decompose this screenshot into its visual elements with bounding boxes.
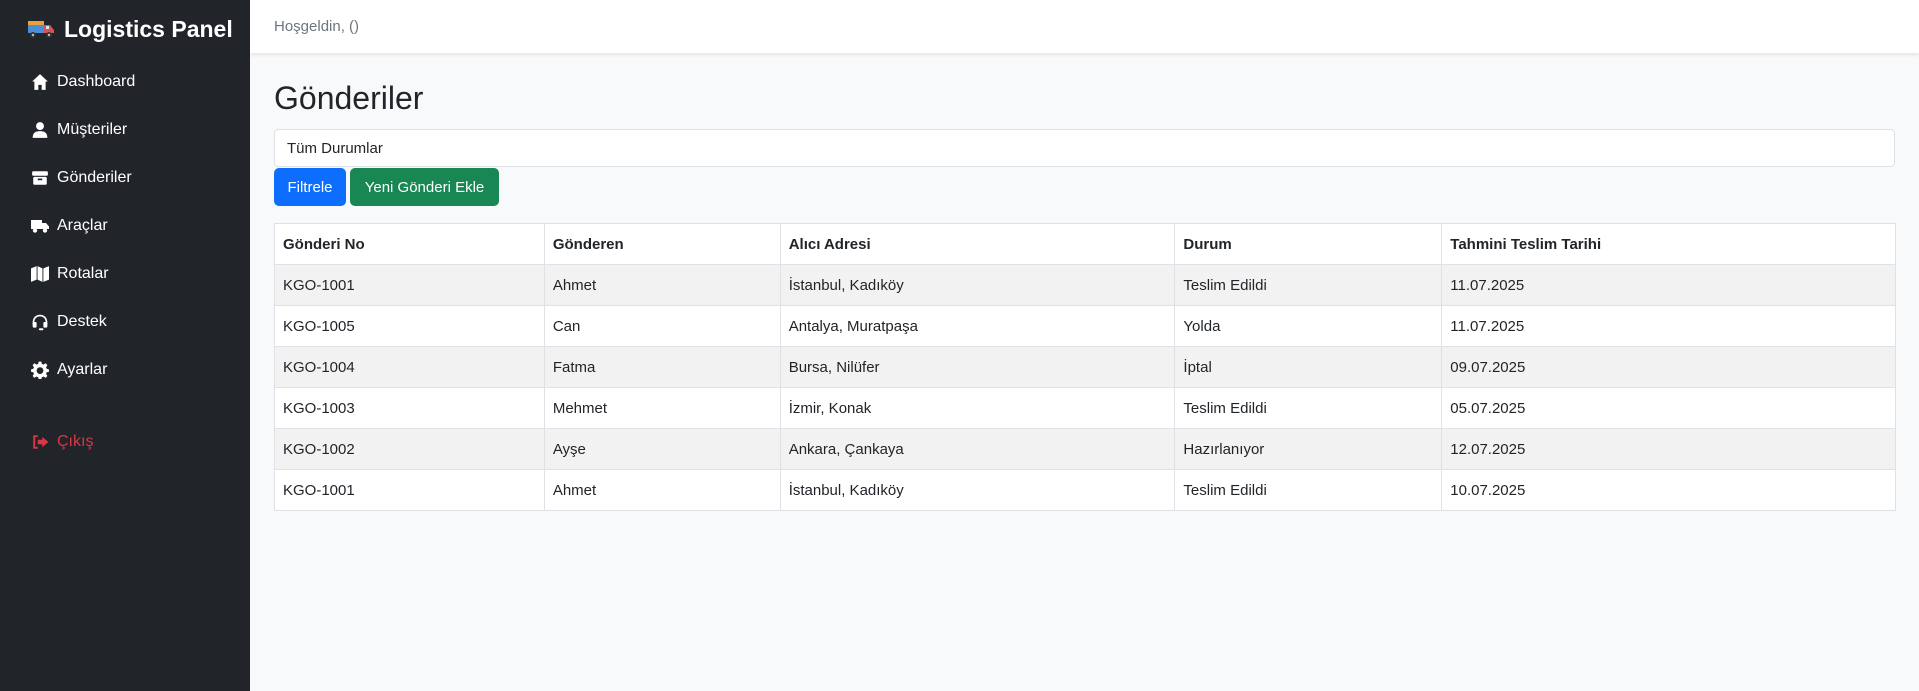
- map-icon: [31, 265, 49, 283]
- table-row[interactable]: KGO-1003 Mehmet İzmir, Konak Teslim Edil…: [274, 387, 1896, 430]
- brand[interactable]: Logistics Panel: [0, 0, 250, 58]
- logout-link[interactable]: Çıkış: [0, 418, 250, 466]
- cell-sender: Ahmet: [543, 264, 781, 307]
- status-filter-value: Tüm Durumlar: [287, 139, 383, 157]
- cell-status: Teslim Edildi: [1174, 387, 1443, 430]
- cell-sender: Can: [543, 305, 781, 348]
- cell-sender: Ahmet: [543, 469, 781, 512]
- logout-label: Çıkış: [57, 433, 94, 450]
- cell-shipment-no: KGO-1003: [274, 387, 545, 430]
- cell-status: Teslim Edildi: [1174, 264, 1443, 307]
- brand-title: Logistics Panel: [64, 15, 233, 42]
- cell-sender: Mehmet: [543, 387, 781, 430]
- sidebar-item-label: Dashboard: [57, 73, 136, 90]
- gear-icon: [31, 361, 49, 379]
- table-row[interactable]: KGO-1002 Ayşe Ankara, Çankaya Hazırlanıy…: [274, 428, 1896, 471]
- sidebar-item-label: Araçlar: [57, 217, 108, 234]
- sidebar-item-dashboard[interactable]: Dashboard: [0, 58, 250, 106]
- topbar: Hoşgeldin, (): [250, 0, 1919, 53]
- cell-sender: Ayşe: [543, 428, 781, 471]
- table-header-row: Gönderi No Gönderen Alıcı Adresi Durum T…: [274, 223, 1896, 266]
- filter-button[interactable]: Filtrele: [274, 168, 346, 207]
- status-filter-select[interactable]: Tüm Durumlar: [274, 129, 1895, 168]
- sidebar-item-musteriler[interactable]: Müşteriler: [0, 106, 250, 154]
- app-root: Logistics Panel Dashboard Müşteriler Gön…: [0, 0, 1919, 691]
- sidebar-item-label: Ayarlar: [57, 361, 108, 378]
- cell-shipment-no: KGO-1002: [274, 428, 545, 471]
- sidebar-item-araclar[interactable]: Araçlar: [0, 202, 250, 250]
- sidebar-item-label: Gönderiler: [57, 169, 132, 186]
- table-row[interactable]: KGO-1005 Can Antalya, Muratpaşa Yolda 11…: [274, 305, 1896, 348]
- cell-status: Teslim Edildi: [1174, 469, 1443, 512]
- headset-icon: [31, 313, 49, 331]
- sidebar-nav: Dashboard Müşteriler Gönderiler Araçlar: [0, 58, 250, 466]
- content: Gönderiler Tüm Durumlar Filtrele Yeni Gö…: [250, 53, 1919, 512]
- main-area: Hoşgeldin, () Gönderiler Tüm Durumlar Fi…: [250, 0, 1919, 691]
- shipments-table: Gönderi No Gönderen Alıcı Adresi Durum T…: [274, 223, 1896, 512]
- logout-icon: [31, 433, 49, 451]
- cell-recipient-address: İzmir, Konak: [779, 387, 1176, 430]
- box-icon: [31, 169, 49, 187]
- cell-recipient-address: Antalya, Muratpaşa: [779, 305, 1176, 348]
- sidebar-item-label: Müşteriler: [57, 121, 128, 138]
- home-icon: [31, 73, 49, 91]
- sidebar-item-label: Destek: [57, 313, 107, 330]
- cell-estimated-delivery: 10.07.2025: [1441, 469, 1896, 512]
- header-sender: Gönderen: [543, 223, 781, 266]
- cell-estimated-delivery: 11.07.2025: [1441, 264, 1896, 307]
- cell-shipment-no: KGO-1004: [274, 346, 545, 389]
- table-row[interactable]: KGO-1001 Ahmet İstanbul, Kadıköy Teslim …: [274, 264, 1896, 307]
- cell-recipient-address: İstanbul, Kadıköy: [779, 469, 1176, 512]
- header-estimated-delivery: Tahmini Teslim Tarihi: [1441, 223, 1896, 266]
- cell-shipment-no: KGO-1001: [274, 264, 545, 307]
- table-row[interactable]: KGO-1004 Fatma Bursa, Nilüfer İptal 09.0…: [274, 346, 1896, 389]
- sidebar-item-ayarlar[interactable]: Ayarlar: [0, 346, 250, 394]
- header-status: Durum: [1174, 223, 1443, 266]
- sidebar-item-destek[interactable]: Destek: [0, 298, 250, 346]
- cell-estimated-delivery: 09.07.2025: [1441, 346, 1896, 389]
- cell-estimated-delivery: 12.07.2025: [1441, 428, 1896, 471]
- cell-estimated-delivery: 11.07.2025: [1441, 305, 1896, 348]
- cell-shipment-no: KGO-1001: [274, 469, 545, 512]
- cell-recipient-address: Bursa, Nilüfer: [779, 346, 1176, 389]
- cell-status: Yolda: [1174, 305, 1443, 348]
- cell-recipient-address: Ankara, Çankaya: [779, 428, 1176, 471]
- cell-sender: Fatma: [543, 346, 781, 389]
- cell-status: Hazırlanıyor: [1174, 428, 1443, 471]
- add-shipment-button[interactable]: Yeni Gönderi Ekle: [350, 168, 499, 207]
- greeting-text: Hoşgeldin, (): [274, 18, 360, 35]
- cell-estimated-delivery: 05.07.2025: [1441, 387, 1896, 430]
- header-recipient-address: Alıcı Adresi: [779, 223, 1176, 266]
- header-shipment-no: Gönderi No: [274, 223, 545, 266]
- truck-icon: [31, 217, 49, 235]
- truck-icon: [27, 18, 55, 40]
- action-buttons: Filtrele Yeni Gönderi Ekle: [274, 168, 1896, 207]
- sidebar: Logistics Panel Dashboard Müşteriler Gön…: [0, 0, 250, 691]
- cell-recipient-address: İstanbul, Kadıköy: [779, 264, 1176, 307]
- table-row[interactable]: KGO-1001 Ahmet İstanbul, Kadıköy Teslim …: [274, 469, 1896, 512]
- cell-status: İptal: [1174, 346, 1443, 389]
- page-title: Gönderiler: [274, 80, 424, 116]
- sidebar-item-rotalar[interactable]: Rotalar: [0, 250, 250, 298]
- sidebar-item-label: Rotalar: [57, 265, 109, 282]
- cell-shipment-no: KGO-1005: [274, 305, 545, 348]
- sidebar-item-gonderiler[interactable]: Gönderiler: [0, 154, 250, 202]
- user-icon: [31, 121, 49, 139]
